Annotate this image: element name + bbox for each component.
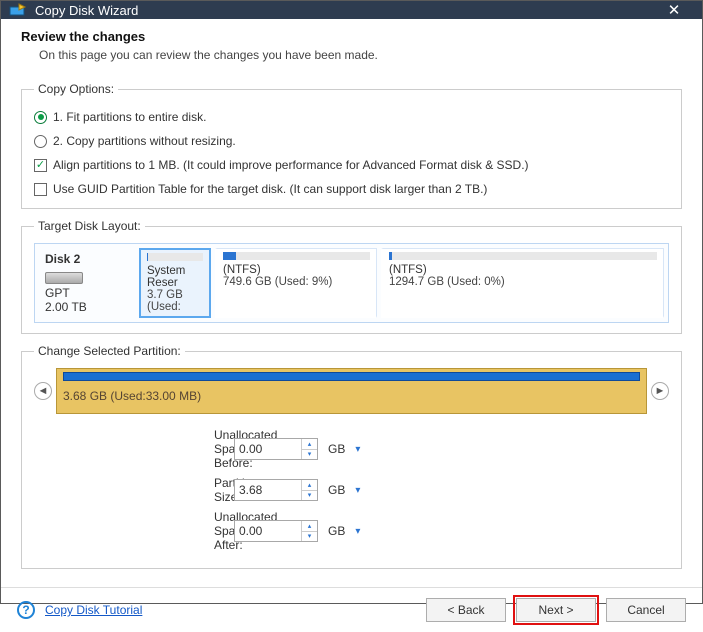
spin-down-icon: ▾ [302, 532, 317, 542]
radio-noresize-label: 2. Copy partitions without resizing. [53, 134, 236, 148]
main-content: Copy Options: 1. Fit partitions to entir… [1, 70, 702, 587]
checkbox-icon [34, 183, 47, 196]
partition-ntfs-2[interactable]: (NTFS) 1294.7 GB (Used: 0%) [381, 248, 664, 318]
change-partition-group: Change Selected Partition: ◄ 3.68 GB (Us… [21, 344, 682, 569]
row-partition-size: Partition Size: 3.68 ▴▾ GB ▾ [34, 476, 669, 504]
disk-icon [45, 272, 83, 284]
target-disk-layout-group: Target Disk Layout: Disk 2 GPT 2.00 TB S… [21, 219, 682, 334]
titlebar: Copy Disk Wizard ✕ [1, 1, 702, 19]
next-button[interactable]: Next > [516, 598, 596, 622]
partition-ntfs-1[interactable]: (NTFS) 749.6 GB (Used: 9%) [215, 248, 377, 318]
back-button[interactable]: < Back [426, 598, 506, 622]
copy-options-legend: Copy Options: [34, 82, 118, 96]
spin-down-icon: ▾ [302, 450, 317, 460]
spinner[interactable]: ▴▾ [301, 480, 317, 500]
copy-options-group: Copy Options: 1. Fit partitions to entir… [21, 82, 682, 209]
partition-detail: 749.6 GB (Used: 9%) [223, 276, 370, 288]
change-partition-legend: Change Selected Partition: [34, 344, 185, 358]
partition-detail: 1294.7 GB (Used: 0%) [389, 276, 657, 288]
page-title: Review the changes [21, 29, 682, 44]
unit-dropdown[interactable]: ▾ [351, 524, 364, 539]
spinner[interactable]: ▴▾ [301, 521, 317, 541]
spinner[interactable]: ▴▾ [301, 439, 317, 459]
input-unalloc-before[interactable]: 0.00 ▴▾ [234, 438, 318, 460]
spin-up-icon: ▴ [302, 480, 317, 491]
unit-dropdown[interactable]: ▾ [351, 442, 364, 457]
unit-label: GB [328, 524, 345, 538]
unit-dropdown[interactable]: ▾ [351, 483, 364, 498]
disk-name: Disk 2 [45, 252, 131, 266]
radio-fit-partitions[interactable]: 1. Fit partitions to entire disk. [34, 110, 669, 124]
label-partition-size: Partition Size: [34, 476, 234, 504]
footer: ? Copy Disk Tutorial < Back Next > Cance… [1, 587, 702, 632]
unit-label: GB [328, 483, 345, 497]
app-icon [9, 1, 27, 19]
slider-track[interactable]: 3.68 GB (Used:33.00 MB) [56, 368, 647, 414]
checkbox-gpt-label: Use GUID Partition Table for the target … [53, 182, 487, 196]
partition-name: (NTFS) [223, 264, 370, 276]
window-title: Copy Disk Wizard [35, 3, 654, 18]
label-unalloc-after: Unallocated Space After: [34, 510, 234, 552]
row-unalloc-after: Unallocated Space After: 0.00 ▴▾ GB ▾ [34, 510, 669, 552]
row-unalloc-before: Unallocated Space Before: 0.00 ▴▾ GB ▾ [34, 428, 669, 470]
disk-type: GPT [45, 286, 131, 300]
partition-name: (NTFS) [389, 264, 657, 276]
partition-detail: 3.7 GB (Used: [147, 289, 203, 313]
partition-slider: ◄ 3.68 GB (Used:33.00 MB) ► [34, 368, 669, 414]
tutorial-link[interactable]: Copy Disk Tutorial [45, 603, 142, 617]
radio-fit-label: 1. Fit partitions to entire disk. [53, 110, 206, 124]
radio-copy-no-resize[interactable]: 2. Copy partitions without resizing. [34, 134, 669, 148]
checkbox-use-gpt[interactable]: Use GUID Partition Table for the target … [34, 182, 669, 196]
radio-icon [34, 111, 47, 124]
checkbox-align-label: Align partitions to 1 MB. (It could impr… [53, 158, 529, 172]
unit-label: GB [328, 442, 345, 456]
input-unalloc-after[interactable]: 0.00 ▴▾ [234, 520, 318, 542]
input-partition-size[interactable]: 3.68 ▴▾ [234, 479, 318, 501]
spin-down-icon: ▾ [302, 491, 317, 501]
slider-label: 3.68 GB (Used:33.00 MB) [63, 389, 640, 403]
partition-system-reserved[interactable]: System Reser 3.7 GB (Used: [139, 248, 211, 318]
slider-right-button[interactable]: ► [651, 382, 669, 400]
partition-name: System Reser [147, 265, 203, 289]
target-layout-legend: Target Disk Layout: [34, 219, 145, 233]
disk-size: 2.00 TB [45, 300, 131, 314]
radio-icon [34, 135, 47, 148]
cancel-button[interactable]: Cancel [606, 598, 686, 622]
spin-up-icon: ▴ [302, 439, 317, 450]
disk-info: Disk 2 GPT 2.00 TB [39, 248, 135, 318]
slider-fill [63, 372, 640, 381]
size-form: Unallocated Space Before: 0.00 ▴▾ GB ▾ P… [34, 428, 669, 552]
disk-layout-row: Disk 2 GPT 2.00 TB System Reser 3.7 GB (… [34, 243, 669, 323]
slider-left-button[interactable]: ◄ [34, 382, 52, 400]
checkbox-align-partitions[interactable]: ✓ Align partitions to 1 MB. (It could im… [34, 158, 669, 172]
close-button[interactable]: ✕ [654, 1, 694, 19]
page-subtitle: On this page you can review the changes … [39, 48, 682, 62]
page-header: Review the changes On this page you can … [1, 19, 702, 70]
spin-up-icon: ▴ [302, 521, 317, 532]
label-unalloc-before: Unallocated Space Before: [34, 428, 234, 470]
checkbox-icon: ✓ [34, 159, 47, 172]
